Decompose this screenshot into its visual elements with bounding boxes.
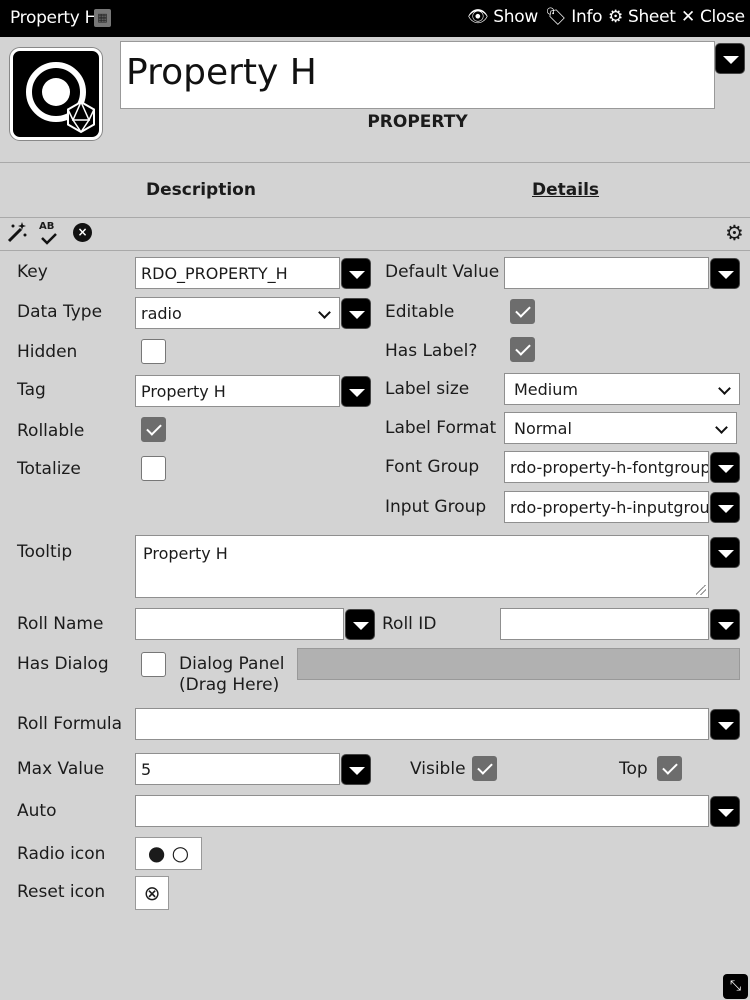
tab-description[interactable]: Description <box>146 180 256 200</box>
tab-details[interactable]: Details <box>532 180 599 200</box>
max-value-dropdown-button[interactable] <box>341 754 371 785</box>
close-label: Close <box>699 7 745 27</box>
default-value-dropdown-button[interactable] <box>710 258 740 289</box>
tooltip-text: Property H <box>143 544 228 563</box>
auto-label: Auto <box>17 801 57 821</box>
auto-dropdown-button[interactable] <box>710 796 740 827</box>
tooltip-dropdown-button[interactable] <box>710 537 740 568</box>
name-dropdown-button[interactable] <box>715 43 745 74</box>
name-input[interactable]: Property H <box>120 41 715 109</box>
gear-icon: ⚙ <box>608 7 623 27</box>
input-group-dropdown-button[interactable] <box>710 492 740 523</box>
radio-icon-label: Radio icon <box>17 844 106 864</box>
top-label: Top <box>619 759 648 779</box>
label-size-select[interactable]: Medium <box>504 373 740 405</box>
roll-id-dropdown-button[interactable] <box>710 609 740 640</box>
data-type-label: Data Type <box>17 302 103 322</box>
rollable-label: Rollable <box>17 421 85 441</box>
data-type-select[interactable]: radio <box>135 297 340 329</box>
label-format-select[interactable]: Normal <box>504 412 737 444</box>
top-checkbox[interactable] <box>657 756 682 781</box>
roll-id-label: Roll ID <box>382 614 437 634</box>
input-group-label: Input Group <box>385 497 487 517</box>
label-format-label: Label Format <box>385 418 497 438</box>
roll-formula-input[interactable] <box>135 708 709 740</box>
sheet-label: Sheet <box>627 7 676 27</box>
tag-dropdown-button[interactable] <box>341 376 371 407</box>
show-button[interactable]: 👁 Show <box>467 7 538 27</box>
spellcheck-icon[interactable]: AB <box>39 221 57 245</box>
key-input[interactable]: RDO_PROPERTY_H <box>135 257 340 289</box>
data-type-dropdown-button[interactable] <box>341 298 371 329</box>
max-value-input[interactable]: 5 <box>135 753 340 785</box>
visible-label: Visible <box>410 759 466 779</box>
close-icon: ✕ <box>681 7 695 27</box>
magic-wand-icon[interactable] <box>7 221 27 248</box>
editor-toolbar: AB × ⚙ <box>0 218 750 251</box>
default-value-input[interactable] <box>504 257 709 289</box>
reset-icon-glyph: ⊗ <box>143 881 161 905</box>
has-dialog-checkbox[interactable] <box>141 652 166 677</box>
max-value-label: Max Value <box>17 759 105 779</box>
eye-icon: 👁 <box>467 7 489 27</box>
spellcheck-icon-text: AB <box>39 221 55 232</box>
reset-icon-picker[interactable]: ⊗ <box>135 876 169 910</box>
label-size-label: Label size <box>385 379 470 399</box>
roll-name-input[interactable] <box>135 608 344 640</box>
item-image[interactable] <box>10 48 102 140</box>
radio-icon-picker[interactable]: ● ○ <box>135 837 202 870</box>
roll-formula-dropdown-button[interactable] <box>710 709 740 740</box>
resize-grip-icon[interactable] <box>696 585 706 595</box>
info-label: Info <box>571 7 603 27</box>
roll-name-dropdown-button[interactable] <box>345 609 375 640</box>
auto-input[interactable] <box>135 795 709 827</box>
tooltip-label: Tooltip <box>17 542 73 562</box>
radio-icon-glyphs: ● ○ <box>147 841 190 865</box>
roll-formula-label: Roll Formula <box>17 714 123 734</box>
window-titlebar: Property H ▦ 👁 Show 🏷 Info ⚙ Sheet ✕ Clo… <box>0 0 750 37</box>
has-label-label: Has Label? <box>385 341 478 361</box>
tooltip-textarea[interactable]: Property H <box>135 535 709 598</box>
has-dialog-label: Has Dialog <box>17 654 109 674</box>
close-button[interactable]: ✕ Close <box>681 7 745 27</box>
journal-icon[interactable]: ▦ <box>94 9 111 27</box>
roll-name-label: Roll Name <box>17 614 104 634</box>
dialog-panel-drop-zone[interactable] <box>297 648 740 680</box>
tag-label: Tag <box>17 380 46 400</box>
window-resize-icon[interactable]: ⤡ <box>723 974 748 999</box>
hidden-checkbox[interactable] <box>141 339 166 364</box>
dialog-panel-label-line2: (Drag Here) <box>179 675 280 695</box>
totalize-checkbox[interactable] <box>141 456 166 481</box>
totalize-label: Totalize <box>17 459 81 479</box>
font-group-input[interactable]: rdo-property-h-fontgroup <box>504 451 709 483</box>
window-title: Property H <box>10 8 98 28</box>
input-group-input[interactable]: rdo-property-h-inputgroup <box>504 491 709 523</box>
clear-icon[interactable]: × <box>73 223 92 242</box>
default-value-label: Default Value <box>385 262 500 282</box>
roll-id-input[interactable] <box>500 608 709 640</box>
dialog-panel-label-line1: Dialog Panel <box>179 654 285 674</box>
tag-icon: 🏷 <box>545 7 567 27</box>
sheet-button[interactable]: ⚙ Sheet <box>608 7 676 27</box>
has-label-checkbox[interactable] <box>510 337 535 362</box>
show-label: Show <box>493 7 538 27</box>
font-group-label: Font Group <box>385 457 480 477</box>
radio-target-icon <box>26 62 95 134</box>
gear-icon[interactable]: ⚙ <box>725 221 744 245</box>
font-group-dropdown-button[interactable] <box>710 452 740 483</box>
visible-checkbox[interactable] <box>472 756 497 781</box>
hidden-label: Hidden <box>17 342 78 362</box>
editable-label: Editable <box>385 302 455 322</box>
editable-checkbox[interactable] <box>510 299 535 324</box>
tab-bar: Description Details <box>0 163 750 218</box>
rollable-checkbox[interactable] <box>141 417 166 442</box>
reset-icon-label: Reset icon <box>17 882 106 902</box>
key-dropdown-button[interactable] <box>341 258 371 289</box>
dialog-panel-label: Dialog Panel (Drag Here) <box>179 654 284 696</box>
item-type-label: PROPERTY <box>367 112 468 132</box>
info-button[interactable]: 🏷 Info <box>545 7 603 27</box>
key-label: Key <box>17 262 48 282</box>
tag-input[interactable]: Property H <box>135 375 340 407</box>
